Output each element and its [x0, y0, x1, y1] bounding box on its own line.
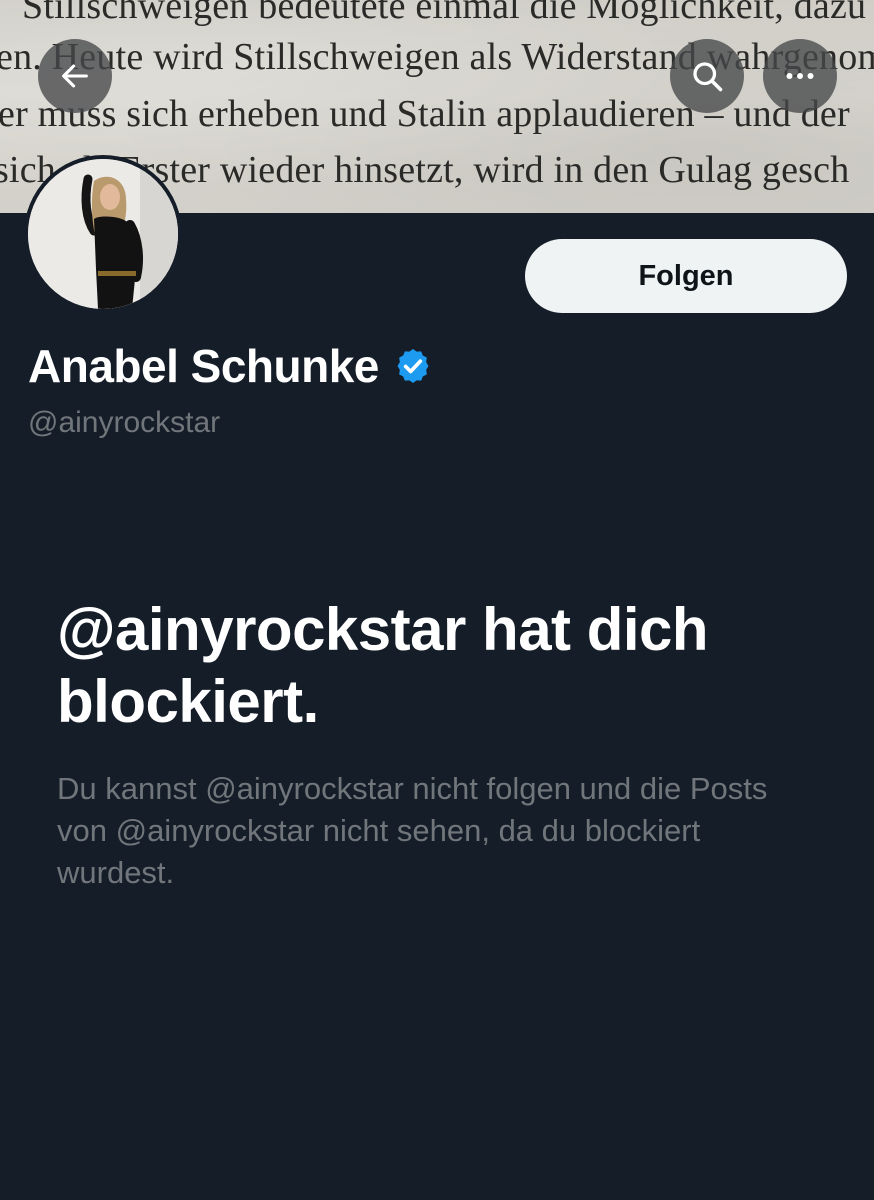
search-button[interactable]: [670, 39, 744, 113]
profile-handle: @ainyrockstar: [28, 406, 221, 439]
profile-page: Stillschweigen bedeutete einmal die Mögl…: [0, 0, 874, 1200]
banner-text-line: Stillschweigen bedeutete einmal die Mögl…: [22, 0, 867, 27]
arrow-left-icon: [62, 64, 88, 88]
verified-badge-icon[interactable]: [393, 346, 433, 386]
blocked-description: Du kannst @ainyrockstar nicht folgen und…: [57, 771, 768, 890]
display-name-text: Anabel Schunke: [28, 340, 379, 392]
avatar-person-illustration: [28, 159, 178, 309]
more-horizontal-icon: [786, 73, 814, 79]
blocked-title: @ainyrockstar hat dich blockiert.: [57, 596, 709, 735]
display-name: Anabel Schunke: [28, 339, 433, 393]
back-button[interactable]: [38, 39, 112, 113]
more-button[interactable]: [763, 39, 837, 113]
avatar[interactable]: [24, 155, 182, 313]
follow-button[interactable]: Folgen: [525, 239, 847, 313]
search-icon: [693, 62, 723, 92]
avatar-photo: [28, 159, 178, 309]
